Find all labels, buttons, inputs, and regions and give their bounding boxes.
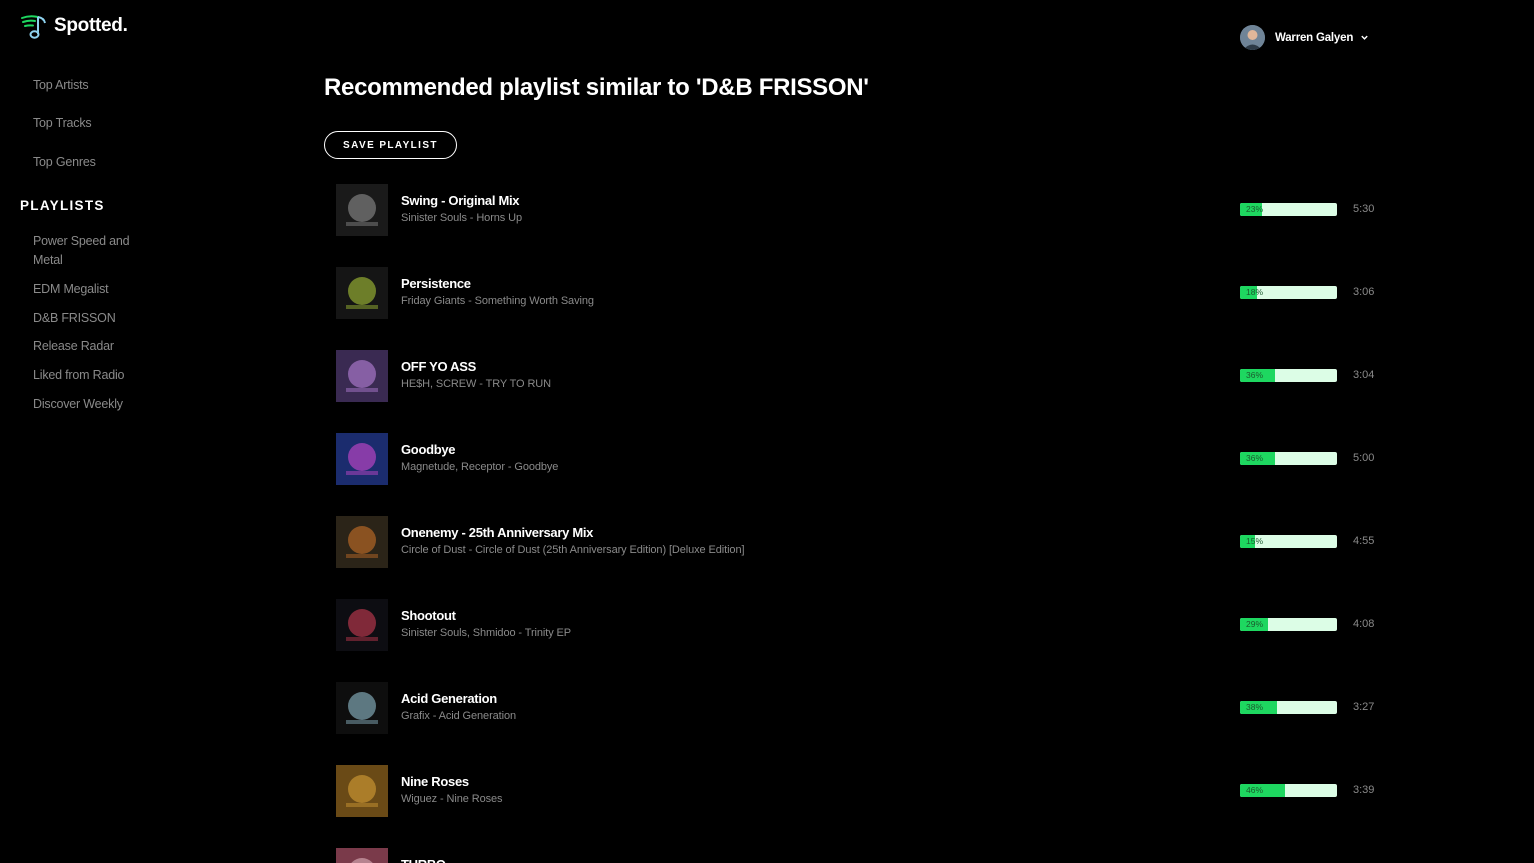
user-menu[interactable]: Warren Galyen (1240, 25, 1369, 50)
track-row[interactable]: Swing - Original Mix Sinister Souls - Hor… (336, 184, 1396, 236)
track-artist-album: Wiguez - Nine Roses (401, 793, 503, 805)
track-duration: 4:55 (1353, 535, 1375, 547)
track-artist-album: Magnetude, Receptor - Goodbye (401, 461, 559, 473)
track-row[interactable]: Nine Roses Wiguez - Nine Roses 46% 3:39 (336, 765, 1396, 817)
save-playlist-button[interactable]: SAVE PLAYLIST (324, 131, 457, 159)
track-artist-album: Grafix - Acid Generation (401, 710, 516, 722)
popularity-label: 36% (1246, 453, 1264, 463)
user-name: Warren Galyen (1275, 31, 1354, 44)
sidebar: Top Artists Top Tracks Top Genres PLAYLI… (0, 0, 180, 863)
popularity-bar: 15% (1240, 535, 1337, 548)
avatar (1240, 25, 1265, 50)
track-title: Nine Roses (401, 774, 469, 789)
album-cover (336, 184, 388, 236)
chevron-down-icon (1361, 35, 1368, 40)
playlist-item-dnb-frisson[interactable]: D&B FRISSON (33, 309, 143, 328)
popularity-label: 23% (1246, 204, 1264, 214)
track-duration: 3:06 (1353, 286, 1375, 298)
popularity-label: 18% (1246, 287, 1264, 297)
track-title: Swing - Original Mix (401, 193, 520, 208)
track-duration: 5:00 (1353, 452, 1375, 464)
track-artist-album: Friday Giants - Something Worth Saving (401, 295, 594, 307)
album-cover (336, 433, 388, 485)
album-cover (336, 267, 388, 319)
popularity-label: 36% (1246, 370, 1264, 380)
track-row[interactable]: TURBO (336, 848, 1396, 863)
popularity-bar: 38% (1240, 701, 1337, 714)
track-row[interactable]: Onenemy - 25th Anniversary Mix Circle of … (336, 516, 1396, 568)
track-row[interactable]: Goodbye Magnetude, Receptor - Goodbye 36% 5… (336, 433, 1396, 485)
album-cover (336, 516, 388, 568)
track-title: Persistence (401, 276, 471, 291)
track-title: Shootout (401, 608, 456, 623)
track-artist-album: HE$H, SCREW - TRY TO RUN (401, 378, 551, 390)
track-title: Goodbye (401, 442, 456, 457)
track-artist-album: Sinister Souls - Horns Up (401, 212, 522, 224)
track-row[interactable]: Shootout Sinister Souls, Shmidoo - Trinit… (336, 599, 1396, 651)
popularity-bar: 36% (1240, 369, 1337, 382)
track-row[interactable]: OFF YO ASS HE$H, SCREW - TRY TO RUN 36% 3:0… (336, 350, 1396, 402)
track-duration: 3:27 (1353, 701, 1375, 713)
popularity-bar: 23% (1240, 203, 1337, 216)
popularity-bar: 36% (1240, 452, 1337, 465)
track-duration: 5:30 (1353, 203, 1375, 215)
playlist-item-release-radar[interactable]: Release Radar (33, 337, 143, 356)
nav-top-genres[interactable]: Top Genres (33, 153, 143, 172)
track-artist-album: Sinister Souls, Shmidoo - Trinity EP (401, 627, 572, 639)
album-cover (336, 350, 388, 402)
track-row[interactable]: Persistence Friday Giants - Something Wor… (336, 267, 1396, 319)
playlist-item-discover-weekly[interactable]: Discover Weekly (33, 395, 143, 414)
playlists-heading: PLAYLISTS (20, 198, 105, 213)
track-duration: 3:04 (1353, 369, 1375, 381)
track-row[interactable]: Acid Generation Grafix - Acid Generation 3… (336, 682, 1396, 734)
popularity-label: 15% (1246, 536, 1264, 546)
app-root: Spotted. Top Artists Top Tracks Top Genr… (0, 0, 1534, 863)
album-cover (336, 682, 388, 734)
track-duration: 4:08 (1353, 618, 1375, 630)
album-cover (336, 848, 388, 863)
album-cover (336, 765, 388, 817)
track-title: TURBO (401, 857, 446, 863)
track-artist-album: Circle of Dust - Circle of Dust (25th An… (401, 544, 745, 556)
popularity-bar: 18% (1240, 286, 1337, 299)
playlist-item-liked-from-radio[interactable]: Liked from Radio (33, 366, 143, 385)
track-title: Acid Generation (401, 691, 497, 706)
popularity-label: 38% (1246, 702, 1264, 712)
track-duration: 3:39 (1353, 784, 1375, 796)
popularity-bar: 29% (1240, 618, 1337, 631)
album-cover (336, 599, 388, 651)
popularity-label: 46% (1246, 785, 1264, 795)
popularity-bar: 46% (1240, 784, 1337, 797)
page-title: Recommended playlist similar to 'D&B FRI… (324, 74, 869, 101)
track-title: OFF YO ASS (401, 359, 477, 374)
playlist-item-edm-megalist[interactable]: EDM Megalist (33, 280, 143, 299)
playlist-item-power-speed-and-metal[interactable]: Power Speed and Metal (33, 232, 143, 270)
nav-top-tracks[interactable]: Top Tracks (33, 114, 143, 133)
popularity-label: 29% (1246, 619, 1264, 629)
track-title: Onenemy - 25th Anniversary Mix (401, 525, 594, 540)
nav-top-artists[interactable]: Top Artists (33, 76, 143, 95)
